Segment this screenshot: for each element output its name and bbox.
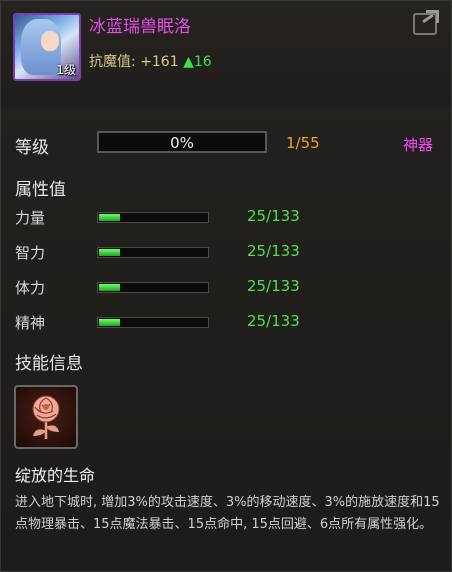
- resist-increase: ▲16: [183, 54, 212, 70]
- rose-icon[interactable]: [14, 385, 78, 449]
- attribute-row: 体力 25/133: [1, 273, 451, 301]
- attribute-row: 力量 25/133: [1, 203, 451, 231]
- portrait-face: [41, 31, 59, 51]
- attribute-value: 25/133: [247, 207, 300, 225]
- attribute-label: 力量: [15, 209, 46, 227]
- rose-icon-graphic: [32, 395, 60, 439]
- resist-line: 抗魔值: +161 ▲16: [89, 51, 212, 71]
- tooltip-header: 1级 冰蓝瑞兽眠洛 抗魔值: +161 ▲16: [1, 1, 451, 107]
- level-label: 等级: [15, 138, 49, 158]
- attribute-value: 25/133: [247, 312, 300, 330]
- attribute-label: 体力: [15, 279, 46, 297]
- attribute-bar-fill: [99, 214, 120, 221]
- attribute-value: 25/133: [247, 242, 300, 260]
- attributes-title: 属性值: [15, 180, 66, 200]
- attribute-bar-fill: [99, 249, 120, 256]
- level-fraction: 1/55: [286, 134, 320, 152]
- attribute-bar-fill: [99, 319, 120, 326]
- skill-description: 进入地下城时, 增加3%的攻击速度、3%的移动速度、3%的施放速度和15点物理暴…: [15, 495, 440, 532]
- artifact-tag: 神器: [403, 136, 434, 154]
- resist-value: +161: [140, 54, 179, 70]
- attribute-label: 精神: [15, 314, 46, 332]
- pet-name: 冰蓝瑞兽眠洛: [89, 17, 191, 37]
- portrait-level: 1级: [56, 63, 76, 77]
- attribute-bar: [97, 212, 209, 223]
- attribute-label: 智力: [15, 244, 46, 262]
- pet-portrait: 1级: [13, 13, 81, 81]
- attribute-bar: [97, 282, 209, 293]
- skill-section-title: 技能信息: [15, 354, 83, 374]
- level-progress-bar: 0%: [97, 131, 267, 153]
- level-row: 等级 0% 1/55 神器: [1, 127, 451, 159]
- attribute-bar: [97, 247, 209, 258]
- attribute-bar: [97, 317, 209, 328]
- attribute-value: 25/133: [247, 277, 300, 295]
- item-tooltip-panel: 1级 冰蓝瑞兽眠洛 抗魔值: +161 ▲16 等级 0% 1/55 神器 属性…: [0, 0, 452, 572]
- attribute-row: 精神 25/133: [1, 308, 451, 336]
- attribute-row: 智力 25/133: [1, 238, 451, 266]
- resist-label: 抗魔值:: [89, 54, 141, 70]
- attribute-bar-fill: [99, 284, 120, 291]
- level-progress-text: 0%: [170, 134, 194, 152]
- skill-name: 绽放的生命: [15, 466, 96, 485]
